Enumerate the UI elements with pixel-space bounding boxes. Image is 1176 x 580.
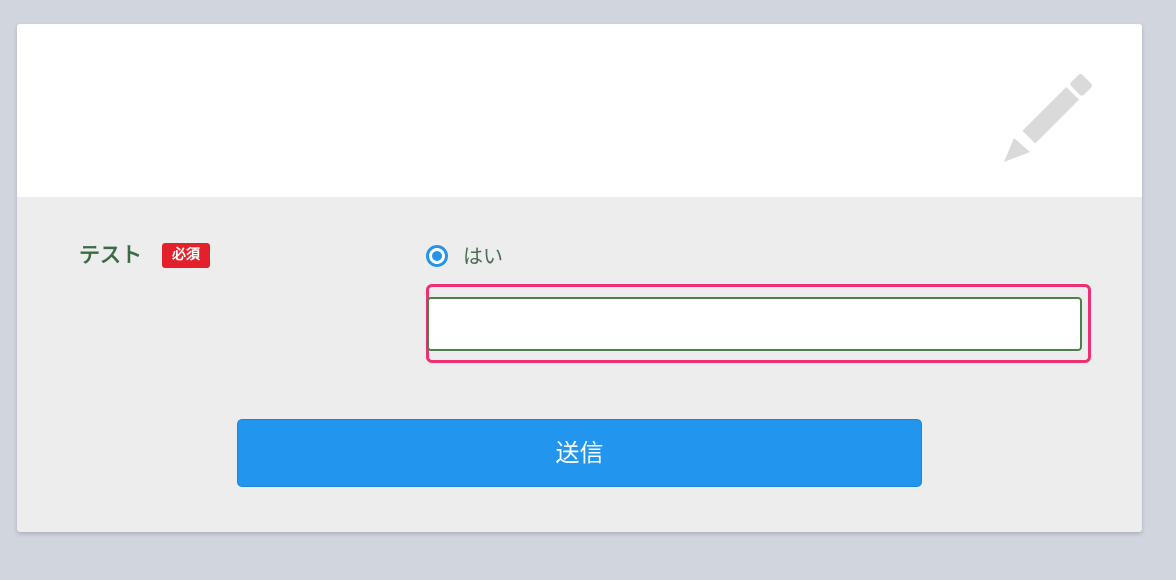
form-card: テスト 必須 はい 送信 bbox=[17, 24, 1142, 532]
text-input[interactable] bbox=[427, 297, 1082, 351]
submit-button[interactable]: 送信 bbox=[237, 419, 922, 487]
pencil-icon bbox=[1004, 74, 1092, 162]
required-badge: 必須 bbox=[162, 243, 210, 268]
card-header bbox=[17, 24, 1142, 197]
field-label: テスト bbox=[79, 243, 142, 267]
radio-dot bbox=[432, 251, 442, 261]
radio-selected-icon[interactable] bbox=[426, 245, 448, 267]
radio-option-yes[interactable]: はい bbox=[426, 241, 503, 271]
radio-option-label: はい bbox=[463, 244, 503, 268]
